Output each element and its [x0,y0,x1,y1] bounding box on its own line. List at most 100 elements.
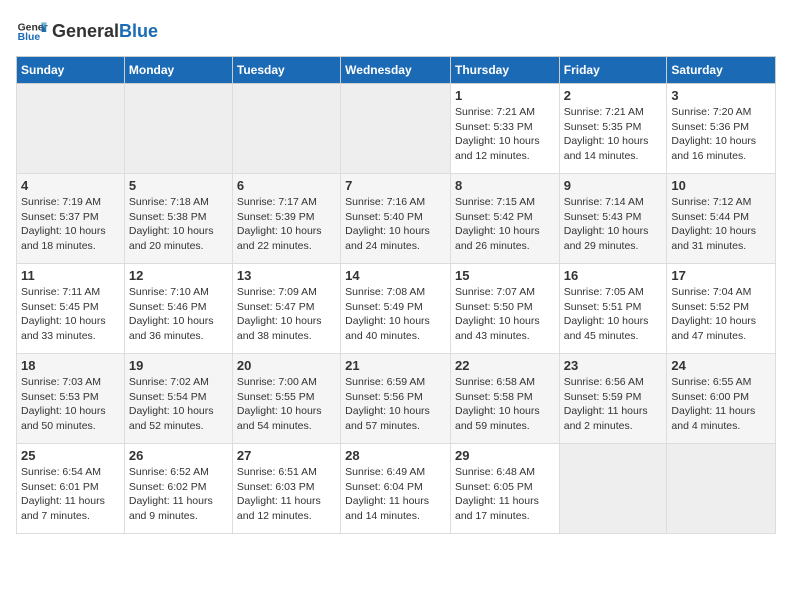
day-cell: 2 Sunrise: 7:21 AM Sunset: 5:35 PM Daylig… [559,84,667,174]
day-info: Sunrise: 7:02 AM Sunset: 5:54 PM Dayligh… [129,375,228,434]
header-row: SundayMondayTuesdayWednesdayThursdayFrid… [17,57,776,84]
day-number: 1 [455,88,555,103]
day-info: Sunrise: 7:21 AM Sunset: 5:35 PM Dayligh… [564,105,663,164]
day-cell: 8Sunrise: 7:15 AM Sunset: 5:42 PM Daylig… [450,174,559,264]
day-number: 25 [21,448,120,463]
day-cell: 17 Sunrise: 7:04 AM Sunset: 5:52 PM Dayli… [667,264,776,354]
day-cell: 7 Sunrise: 7:16 AM Sunset: 5:40 PM Daylig… [341,174,451,264]
day-info: Sunrise: 7:11 AM Sunset: 5:45 PM Dayligh… [21,285,120,344]
day-cell: 28 Sunrise: 6:49 AM Sunset: 6:04 PM Dayli… [341,444,451,534]
day-info: Sunrise: 7:09 AM Sunset: 5:47 PM Dayligh… [237,285,336,344]
day-info: Sunrise: 7:05 AM Sunset: 5:51 PM Dayligh… [564,285,663,344]
day-info: Sunrise: 6:48 AM Sunset: 6:05 PM Dayligh… [455,465,555,524]
day-number: 16 [564,268,663,283]
col-header-friday: Friday [559,57,667,84]
day-info: Sunrise: 7:16 AM Sunset: 5:40 PM Dayligh… [345,195,446,254]
week-row-2: 4 Sunrise: 7:19 AM Sunset: 5:37 PM Daylig… [17,174,776,264]
day-cell: 27 Sunrise: 6:51 AM Sunset: 6:03 PM Dayli… [232,444,340,534]
svg-text:Blue: Blue [18,32,41,43]
day-number: 18 [21,358,120,373]
day-number: 15 [455,268,555,283]
day-info: Sunrise: 6:51 AM Sunset: 6:03 PM Dayligh… [237,465,336,524]
page-header: General Blue GeneralBlue [16,16,776,48]
day-cell: 5 Sunrise: 7:18 AM Sunset: 5:38 PM Daylig… [124,174,232,264]
day-cell: 1 Sunrise: 7:21 AM Sunset: 5:33 PM Daylig… [450,84,559,174]
day-info: Sunrise: 7:12 AM Sunset: 5:44 PM Dayligh… [671,195,771,254]
day-cell [559,444,667,534]
day-number: 19 [129,358,228,373]
day-number: 13 [237,268,336,283]
day-cell: 15 Sunrise: 7:07 AM Sunset: 5:50 PM Dayli… [450,264,559,354]
day-info: Sunrise: 6:56 AM Sunset: 5:59 PM Dayligh… [564,375,663,434]
day-number: 4 [21,178,120,193]
day-number: 5 [129,178,228,193]
day-number: 12 [129,268,228,283]
col-header-sunday: Sunday [17,57,125,84]
day-number: 22 [455,358,555,373]
day-info: Sunrise: 7:21 AM Sunset: 5:33 PM Dayligh… [455,105,555,164]
day-info: Sunrise: 6:55 AM Sunset: 6:00 PM Dayligh… [671,375,771,434]
day-info: Sunrise: 7:19 AM Sunset: 5:37 PM Dayligh… [21,195,120,254]
day-cell: 23 Sunrise: 6:56 AM Sunset: 5:59 PM Dayli… [559,354,667,444]
day-cell: 25 Sunrise: 6:54 AM Sunset: 6:01 PM Dayli… [17,444,125,534]
day-cell: 10 Sunrise: 7:12 AM Sunset: 5:44 PM Dayli… [667,174,776,264]
day-cell [667,444,776,534]
day-info: Sunrise: 7:18 AM Sunset: 5:38 PM Dayligh… [129,195,228,254]
day-cell: 21Sunrise: 6:59 AM Sunset: 5:56 PM Dayli… [341,354,451,444]
day-cell: 26 Sunrise: 6:52 AM Sunset: 6:02 PM Dayli… [124,444,232,534]
day-cell: 14 Sunrise: 7:08 AM Sunset: 5:49 PM Dayli… [341,264,451,354]
day-info: Sunrise: 7:10 AM Sunset: 5:46 PM Dayligh… [129,285,228,344]
day-info: Sunrise: 7:14 AM Sunset: 5:43 PM Dayligh… [564,195,663,254]
day-cell: 16 Sunrise: 7:05 AM Sunset: 5:51 PM Dayli… [559,264,667,354]
day-number: 26 [129,448,228,463]
day-number: 28 [345,448,446,463]
logo: General Blue GeneralBlue [16,16,158,48]
day-info: Sunrise: 6:49 AM Sunset: 6:04 PM Dayligh… [345,465,446,524]
day-number: 20 [237,358,336,373]
day-cell: 24 Sunrise: 6:55 AM Sunset: 6:00 PM Dayli… [667,354,776,444]
day-number: 10 [671,178,771,193]
week-row-3: 11Sunrise: 7:11 AM Sunset: 5:45 PM Dayli… [17,264,776,354]
col-header-saturday: Saturday [667,57,776,84]
day-info: Sunrise: 6:58 AM Sunset: 5:58 PM Dayligh… [455,375,555,434]
day-cell: 18 Sunrise: 7:03 AM Sunset: 5:53 PM Dayli… [17,354,125,444]
day-cell [17,84,125,174]
day-info: Sunrise: 7:04 AM Sunset: 5:52 PM Dayligh… [671,285,771,344]
col-header-tuesday: Tuesday [232,57,340,84]
day-cell: 11Sunrise: 7:11 AM Sunset: 5:45 PM Dayli… [17,264,125,354]
day-info: Sunrise: 6:54 AM Sunset: 6:01 PM Dayligh… [21,465,120,524]
day-cell: 22 Sunrise: 6:58 AM Sunset: 5:58 PM Dayli… [450,354,559,444]
day-info: Sunrise: 7:20 AM Sunset: 5:36 PM Dayligh… [671,105,771,164]
day-number: 6 [237,178,336,193]
day-info: Sunrise: 7:07 AM Sunset: 5:50 PM Dayligh… [455,285,555,344]
day-info: Sunrise: 7:17 AM Sunset: 5:39 PM Dayligh… [237,195,336,254]
day-number: 14 [345,268,446,283]
day-cell [341,84,451,174]
day-info: Sunrise: 7:00 AM Sunset: 5:55 PM Dayligh… [237,375,336,434]
col-header-monday: Monday [124,57,232,84]
logo-icon: General Blue [16,16,48,48]
day-number: 27 [237,448,336,463]
day-cell: 20 Sunrise: 7:00 AM Sunset: 5:55 PM Dayli… [232,354,340,444]
day-number: 24 [671,358,771,373]
day-cell: 19 Sunrise: 7:02 AM Sunset: 5:54 PM Dayli… [124,354,232,444]
day-info: Sunrise: 6:52 AM Sunset: 6:02 PM Dayligh… [129,465,228,524]
col-header-wednesday: Wednesday [341,57,451,84]
day-number: 2 [564,88,663,103]
day-number: 3 [671,88,771,103]
day-number: 23 [564,358,663,373]
day-cell: 12 Sunrise: 7:10 AM Sunset: 5:46 PM Dayli… [124,264,232,354]
day-info: Sunrise: 6:59 AM Sunset: 5:56 PM Dayligh… [345,375,446,434]
day-number: 7 [345,178,446,193]
day-info: Sunrise: 7:15 AM Sunset: 5:42 PM Dayligh… [455,195,555,254]
day-cell: 4 Sunrise: 7:19 AM Sunset: 5:37 PM Daylig… [17,174,125,264]
day-info: Sunrise: 7:08 AM Sunset: 5:49 PM Dayligh… [345,285,446,344]
day-cell: 6 Sunrise: 7:17 AM Sunset: 5:39 PM Daylig… [232,174,340,264]
calendar-table: SundayMondayTuesdayWednesdayThursdayFrid… [16,56,776,534]
week-row-4: 18 Sunrise: 7:03 AM Sunset: 5:53 PM Dayli… [17,354,776,444]
day-number: 29 [455,448,555,463]
day-number: 17 [671,268,771,283]
day-cell [124,84,232,174]
col-header-thursday: Thursday [450,57,559,84]
day-info: Sunrise: 7:03 AM Sunset: 5:53 PM Dayligh… [21,375,120,434]
